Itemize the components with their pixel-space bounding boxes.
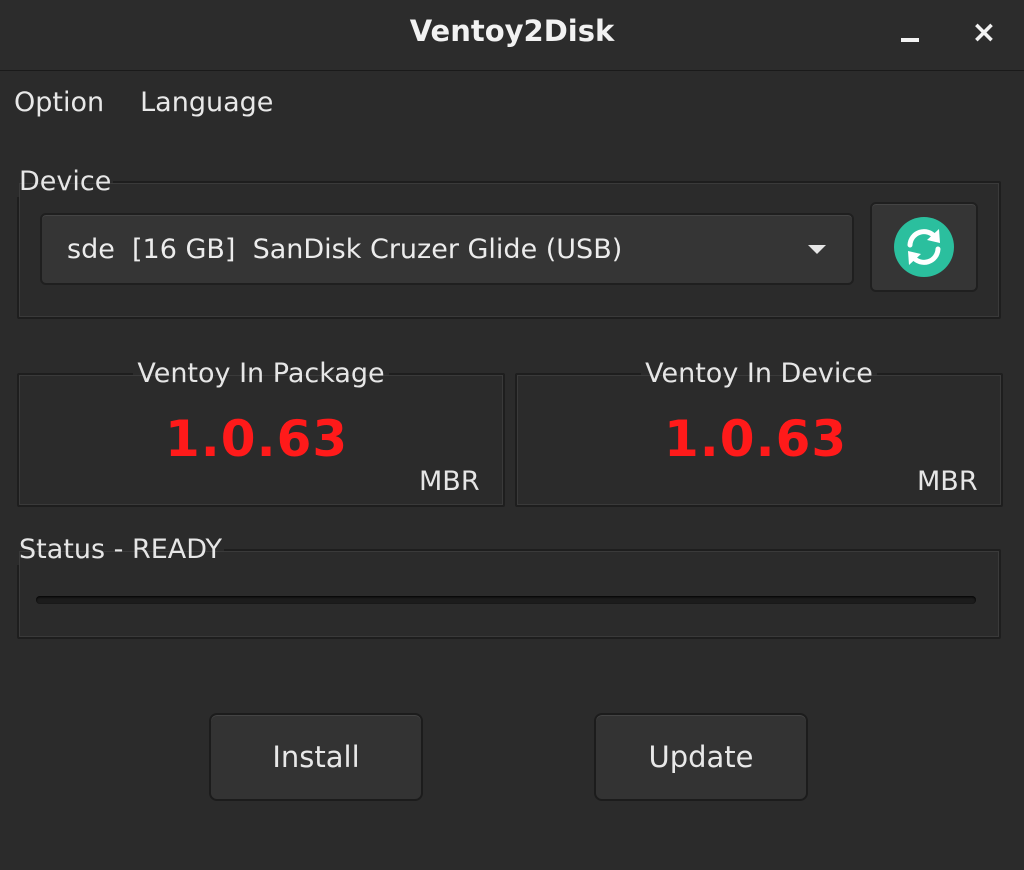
device-group-label: Device (19, 166, 112, 197)
close-button[interactable]: × (962, 10, 1006, 54)
refresh-icon (894, 217, 954, 277)
status-group: Status - READY (17, 534, 1001, 639)
update-button[interactable]: Update (594, 713, 808, 801)
menu-bar: Option Language (0, 72, 1024, 132)
minimize-button[interactable] (888, 10, 932, 54)
refresh-button[interactable] (870, 202, 978, 292)
title-bar: Ventoy2Disk × (0, 0, 1024, 71)
menu-language[interactable]: Language (127, 87, 286, 118)
minimize-icon (901, 38, 919, 42)
device-select[interactable]: sde [16 GB] SanDisk Cruzer Glide (USB) (40, 213, 854, 285)
device-select-value: sde [16 GB] SanDisk Cruzer Glide (USB) (67, 233, 623, 265)
package-version: 1.0.63 (165, 410, 349, 468)
status-label: Status - READY (19, 534, 223, 565)
menu-option[interactable]: Option (1, 87, 127, 118)
window-title: Ventoy2Disk (409, 14, 615, 48)
device-version: 1.0.63 (664, 410, 848, 468)
device-partition-style: MBR (917, 466, 978, 497)
ventoy-device-label: Ventoy In Device (645, 358, 873, 389)
install-button[interactable]: Install (209, 713, 423, 801)
ventoy-package-label: Ventoy In Package (137, 358, 385, 389)
package-partition-style: MBR (419, 466, 480, 497)
chevron-down-icon (808, 245, 826, 254)
progress-bar (36, 596, 976, 604)
close-icon: × (971, 14, 997, 50)
